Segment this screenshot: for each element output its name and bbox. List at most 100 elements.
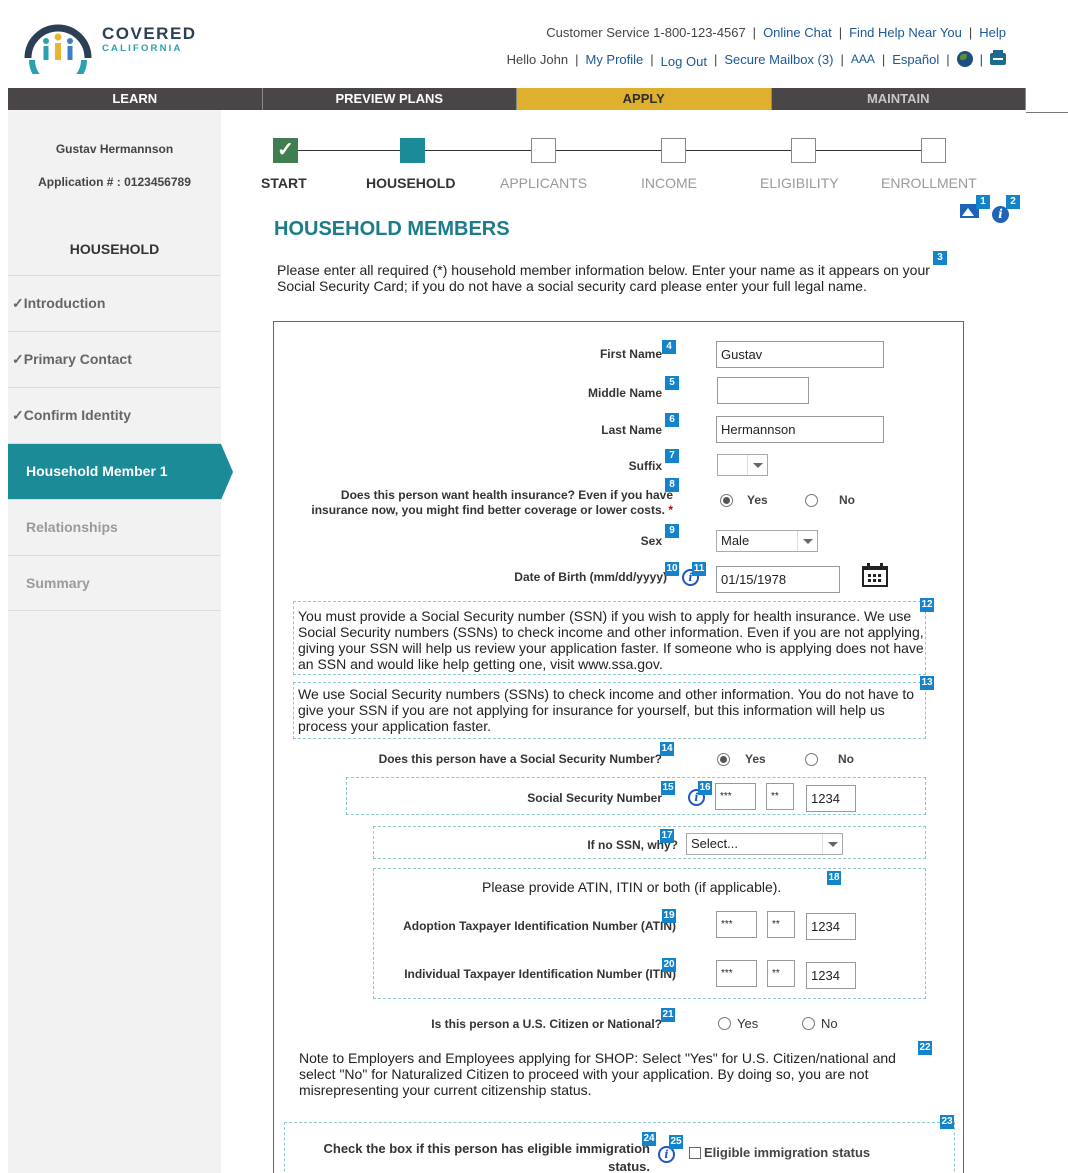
citizen-no-radio[interactable] [802,1017,815,1030]
calendar-icon[interactable] [862,563,888,587]
progress-line [298,150,400,151]
insurance-question-label: Does this person want health insurance? … [290,488,673,518]
sidebar-item-label: Relationships [26,519,118,535]
annotation-badge: 17 [660,829,674,843]
sidebar-item-primary-contact[interactable]: ✓Primary Contact [8,331,221,387]
my-profile-link[interactable]: My Profile [585,52,643,67]
annotation-badge: 7 [665,449,679,463]
ssn-part3-input[interactable]: 1234 [806,785,856,812]
sex-dropdown-button[interactable] [797,531,817,551]
ssn-part2-input[interactable]: ** [766,783,794,810]
help-link[interactable]: Help [979,25,1006,40]
find-help-link[interactable]: Find Help Near You [849,25,962,40]
shop-note-text: Note to Employers and Employees applying… [299,1050,896,1098]
logo-mark-icon [24,24,92,74]
annotation-badge: 11 [692,562,706,576]
text-size-link[interactable]: AAA [851,52,875,66]
atin-part3-input[interactable]: 1234 [806,913,856,940]
suffix-dropdown-button[interactable] [747,455,767,475]
no-ssn-dropdown-button[interactable] [822,834,842,854]
secure-mailbox-link[interactable]: Secure Mailbox (3) [724,52,833,67]
itin-part2-input[interactable]: ** [767,960,795,987]
nav-maintain[interactable]: MAINTAIN [771,88,1026,110]
has-ssn-no-radio[interactable] [805,753,818,766]
middle-name-label: Middle Name [587,386,662,400]
annotation-badge: 14 [660,742,674,756]
citizen-yes-radio[interactable] [718,1017,731,1030]
annotation-badge: 2 [1006,195,1020,209]
itin-part1-input[interactable]: *** [716,960,757,987]
annotation-badge: 4 [662,340,676,354]
annotation-badge: 9 [665,524,679,538]
first-name-input[interactable]: Gustav [716,341,884,368]
applicant-name: Gustav Hermannson [55,142,174,156]
ssn-label: Social Security Number [527,791,662,805]
sidebar-item-introduction[interactable]: ✓Introduction [8,275,221,331]
itin-part3-input[interactable]: 1234 [806,962,856,989]
sidebar-item-label: Household Member 1 [26,463,168,479]
utility-links-bottom: Hello John | My Profile | Log Out | Secure … [507,50,1006,69]
logo-line2: CALIFORNIA [102,43,183,54]
application-number: Application # : 0123456789 [38,175,191,189]
citizen-yes-label: Yes [737,1016,759,1031]
sex-value: Male [721,533,750,548]
nav-apply[interactable]: APPLY [517,88,772,110]
step-label-start: START [261,175,307,191]
sex-label: Sex [640,534,662,548]
household-member-form [273,321,964,1173]
atin-itin-note: Please provide ATIN, ITIN or both (if ap… [482,879,782,895]
progress-line [686,150,791,151]
atin-part1-input[interactable]: *** [716,911,757,938]
dob-input[interactable]: 01/15/1978 [716,566,840,593]
annotation-badge: 5 [665,376,679,390]
annotation-badge: 22 [918,1041,932,1055]
sidebar-items: ✓Introduction ✓Primary Contact ✓Confirm … [8,275,233,611]
ssn-info-text-1: You must provide a Social Security numbe… [298,608,924,672]
annotation-badge: 19 [662,909,676,923]
has-ssn-yes-label: Yes [745,752,766,766]
step-enrollment-box [921,138,946,163]
globe-icon[interactable] [956,51,973,67]
last-name-input[interactable]: Hermannson [716,416,884,443]
sidebar-item-label: Introduction [23,295,106,311]
atin-part2-input[interactable]: ** [767,911,795,938]
chevron-down-icon [803,539,813,544]
annotation-badge: 13 [920,676,934,690]
printer-icon[interactable] [990,50,1006,65]
sidebar-item-confirm-identity[interactable]: ✓Confirm Identity [8,387,221,443]
sidebar-item-label: Confirm Identity [23,407,132,423]
suffix-select[interactable] [717,454,768,476]
annotation-badge: 12 [920,598,934,612]
annotation-badge: 25 [669,1135,683,1149]
log-out-link[interactable]: Log Out [661,54,707,69]
step-label-enrollment: ENROLLMENT [881,175,977,191]
step-eligibility-box [791,138,816,163]
sidebar-item-label: Summary [26,575,90,591]
step-label-income: INCOME [641,175,697,191]
immigration-label: Check the box if this person has eligibl… [323,1141,650,1173]
middle-name-input[interactable] [717,377,809,404]
sex-select[interactable]: Male [716,530,818,552]
customer-service-text: Customer Service 1-800-123-4567 [546,25,746,40]
chevron-down-icon [753,463,763,468]
no-ssn-reason-select[interactable]: Select... [686,833,843,855]
logo-wordmark: COVERED CALIFORNIA [102,25,197,54]
progress-line [816,150,921,151]
insurance-yes-radio[interactable] [720,494,733,507]
eligible-immigration-checkbox[interactable] [689,1147,701,1159]
covered-california-logo[interactable]: COVERED CALIFORNIA [22,14,195,74]
ssn-part1-input[interactable]: *** [715,783,756,810]
nav-learn[interactable]: LEARN [8,88,263,110]
sidebar-item-household-member-1[interactable]: Household Member 1 [8,443,233,500]
has-ssn-no-label: No [838,752,854,766]
has-ssn-label: Does this person have a Social Security … [378,752,662,766]
intro-text: Please enter all required (*) household … [277,262,930,294]
online-chat-link[interactable]: Online Chat [763,25,832,40]
language-link[interactable]: Español [892,52,939,67]
itin-label: Individual Taxpayer Identification Numbe… [404,967,676,981]
chevron-down-icon [828,842,838,847]
nav-preview-plans[interactable]: PREVIEW PLANS [262,88,517,110]
has-ssn-yes-radio[interactable] [717,753,730,766]
page-title: HOUSEHOLD MEMBERS [274,218,510,240]
insurance-no-radio[interactable] [805,494,818,507]
